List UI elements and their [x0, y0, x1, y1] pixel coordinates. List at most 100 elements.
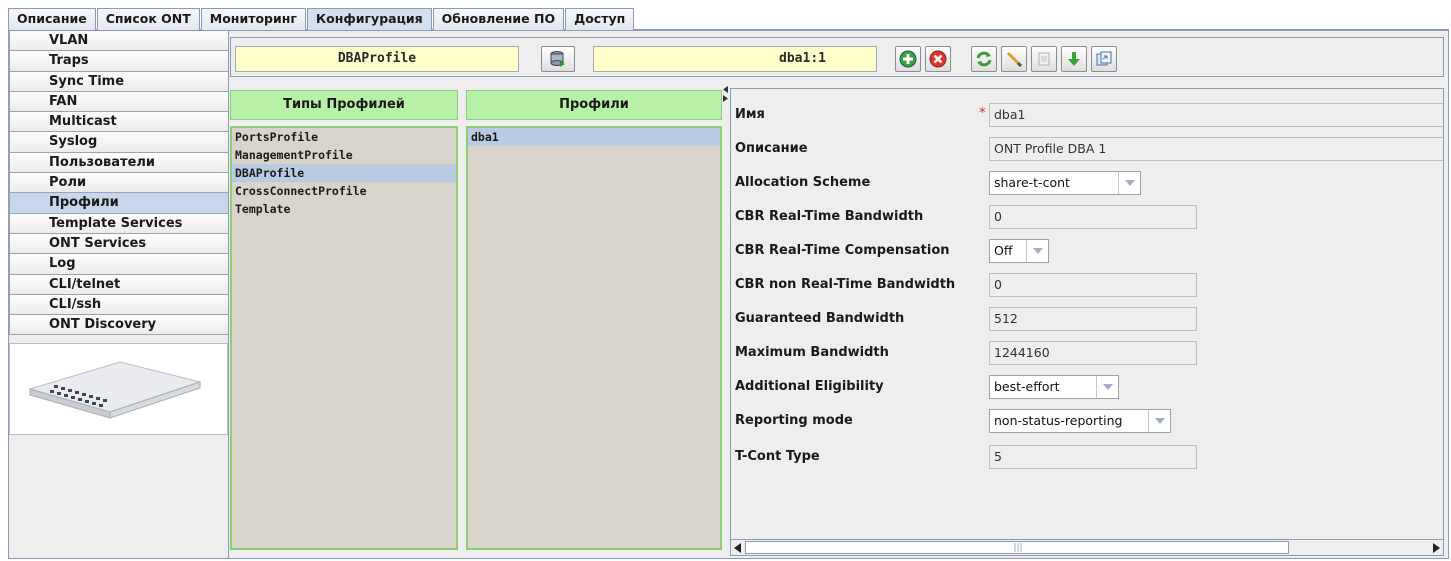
- additional-eligibility-select[interactable]: best-effort: [989, 375, 1119, 399]
- cbr-rt-compensation-value: Off: [994, 243, 1013, 258]
- list-item[interactable]: DBAProfile: [232, 164, 456, 182]
- cbr-nrt-bandwidth-row: CBR non Real-Time Bandwidth 0: [735, 273, 1443, 297]
- reporting-mode-select[interactable]: non-status-reporting: [989, 409, 1171, 433]
- scroll-right-icon[interactable]: [1432, 542, 1440, 555]
- main-panel: VLAN Traps Sync Time FAN Multicast Syslo…: [8, 30, 1449, 559]
- sidebar: VLAN Traps Sync Time FAN Multicast Syslo…: [9, 31, 229, 558]
- profile-field[interactable]: dba1:1: [593, 46, 877, 72]
- chevron-down-icon[interactable]: [1118, 172, 1140, 194]
- sidebar-item-multicast[interactable]: Multicast: [9, 112, 228, 133]
- description-field[interactable]: ONT Profile DBA 1: [989, 137, 1443, 161]
- profile-type-field[interactable]: DBAProfile: [235, 46, 519, 72]
- guaranteed-bandwidth-row: Guaranteed Bandwidth 512: [735, 307, 1443, 331]
- maximum-bandwidth-row: Maximum Bandwidth 1244160: [735, 341, 1443, 365]
- maximum-bandwidth-label: Maximum Bandwidth: [735, 345, 889, 360]
- tcont-type-field[interactable]: 5: [989, 445, 1197, 469]
- refresh-icon: [976, 51, 992, 67]
- splitter-handle[interactable]: [723, 86, 729, 116]
- list-item[interactable]: ManagementProfile: [232, 146, 456, 164]
- sidebar-item-cli-ssh[interactable]: CLI/ssh: [9, 294, 228, 316]
- edit-icon: [1006, 51, 1023, 68]
- sidebar-item-profiles[interactable]: Профили: [9, 193, 228, 214]
- additional-eligibility-row: Additional Eligibility best-effort: [735, 375, 1443, 399]
- cbr-rt-compensation-select[interactable]: Off: [989, 239, 1049, 263]
- allocation-scheme-label: Allocation Scheme: [735, 175, 871, 190]
- sidebar-item-log[interactable]: Log: [9, 254, 228, 275]
- reporting-mode-row: Reporting mode non-status-reporting: [735, 409, 1443, 433]
- copy-icon: [1038, 52, 1050, 66]
- required-marker: *: [979, 106, 986, 121]
- chevron-down-icon[interactable]: [1096, 376, 1118, 398]
- description-row: Описание ONT Profile DBA 1: [735, 137, 1443, 161]
- tab-firmware-update[interactable]: Обновление ПО: [432, 8, 565, 30]
- cbr-nrt-bandwidth-field[interactable]: 0: [989, 273, 1197, 297]
- chevron-down-icon[interactable]: [1148, 410, 1170, 432]
- scroll-thumb[interactable]: [745, 541, 1289, 554]
- olt-device-icon: [28, 361, 202, 420]
- profiles-header: Профили: [466, 90, 722, 120]
- cbr-rt-bandwidth-row: CBR Real-Time Bandwidth 0: [735, 205, 1443, 229]
- tab-ont-list[interactable]: Список ONT: [96, 8, 200, 30]
- description-label: Описание: [735, 141, 808, 156]
- sidebar-item-users[interactable]: Пользователи: [9, 152, 228, 174]
- tcont-type-row: T-Cont Type 5: [735, 445, 1443, 469]
- sidebar-item-ont-services[interactable]: ONT Services: [9, 233, 228, 255]
- download-button[interactable]: [1061, 46, 1087, 72]
- add-icon: [899, 50, 917, 68]
- profile-types-list: PortsProfile ManagementProfile DBAProfil…: [230, 126, 458, 550]
- top-tab-bar: Описание Список ONT Мониторинг Конфигура…: [8, 8, 1449, 30]
- list-item[interactable]: Template: [232, 200, 456, 218]
- delete-icon: [929, 50, 947, 68]
- additional-eligibility-label: Additional Eligibility: [735, 379, 884, 394]
- export-icon: [1096, 51, 1112, 66]
- sidebar-item-sync-time[interactable]: Sync Time: [9, 71, 228, 92]
- name-label: Имя: [735, 107, 765, 122]
- allocation-scheme-value: share-t-cont: [994, 175, 1070, 190]
- sidebar-item-traps[interactable]: Traps: [9, 51, 228, 72]
- chevron-down-icon[interactable]: [1026, 240, 1048, 262]
- reporting-mode-label: Reporting mode: [735, 413, 853, 428]
- scroll-left-icon[interactable]: [734, 542, 742, 555]
- sidebar-item-template-services[interactable]: Template Services: [9, 213, 228, 234]
- tab-monitoring[interactable]: Мониторинг: [200, 8, 306, 30]
- tab-configuration[interactable]: Конфигурация: [306, 8, 432, 30]
- cbr-nrt-bandwidth-label: CBR non Real-Time Bandwidth: [735, 277, 956, 292]
- name-field[interactable]: dba1: [989, 103, 1443, 127]
- maximum-bandwidth-field[interactable]: 1244160: [989, 341, 1197, 365]
- sidebar-item-vlan[interactable]: VLAN: [9, 31, 228, 52]
- database-button[interactable]: [541, 46, 575, 72]
- sidebar-item-fan[interactable]: FAN: [9, 91, 228, 113]
- profile-types-header: Типы Профилей: [230, 90, 458, 120]
- guaranteed-bandwidth-field[interactable]: 512: [989, 307, 1197, 331]
- cbr-rt-compensation-row: CBR Real-Time Compensation Off: [735, 239, 1443, 263]
- list-item[interactable]: dba1: [468, 128, 720, 146]
- tab-access[interactable]: Доступ: [565, 8, 635, 30]
- delete-button[interactable]: [925, 46, 951, 72]
- copy-button[interactable]: [1031, 46, 1057, 72]
- sidebar-item-cli-telnet[interactable]: CLI/telnet: [9, 274, 228, 295]
- add-button[interactable]: [895, 46, 921, 72]
- edit-button[interactable]: [1001, 46, 1027, 72]
- tab-description[interactable]: Описание: [8, 8, 96, 30]
- allocation-scheme-select[interactable]: share-t-cont: [989, 171, 1141, 195]
- reporting-mode-value: non-status-reporting: [994, 413, 1123, 428]
- work-area: DBAProfile dba1:1 Типы Профилей PortsPro…: [230, 31, 1448, 558]
- name-row: Имя * dba1: [735, 103, 1443, 127]
- export-button[interactable]: [1091, 46, 1117, 72]
- sidebar-item-roles[interactable]: Роли: [9, 173, 228, 194]
- list-item[interactable]: PortsProfile: [232, 128, 456, 146]
- download-icon: [1068, 52, 1080, 66]
- cbr-rt-bandwidth-field[interactable]: 0: [989, 205, 1197, 229]
- allocation-scheme-row: Allocation Scheme share-t-cont: [735, 171, 1443, 195]
- device-image: [9, 343, 228, 436]
- database-icon: [550, 51, 565, 67]
- sidebar-item-syslog[interactable]: Syslog: [9, 132, 228, 153]
- refresh-button[interactable]: [971, 46, 997, 72]
- cbr-rt-compensation-label: CBR Real-Time Compensation: [735, 243, 950, 258]
- additional-eligibility-value: best-effort: [994, 379, 1060, 394]
- list-item[interactable]: CrossConnectProfile: [232, 182, 456, 200]
- sidebar-item-ont-discovery[interactable]: ONT Discovery: [9, 315, 228, 336]
- horizontal-scrollbar[interactable]: [731, 539, 1443, 555]
- tcont-type-label: T-Cont Type: [735, 449, 820, 464]
- profiles-list: dba1: [466, 126, 722, 550]
